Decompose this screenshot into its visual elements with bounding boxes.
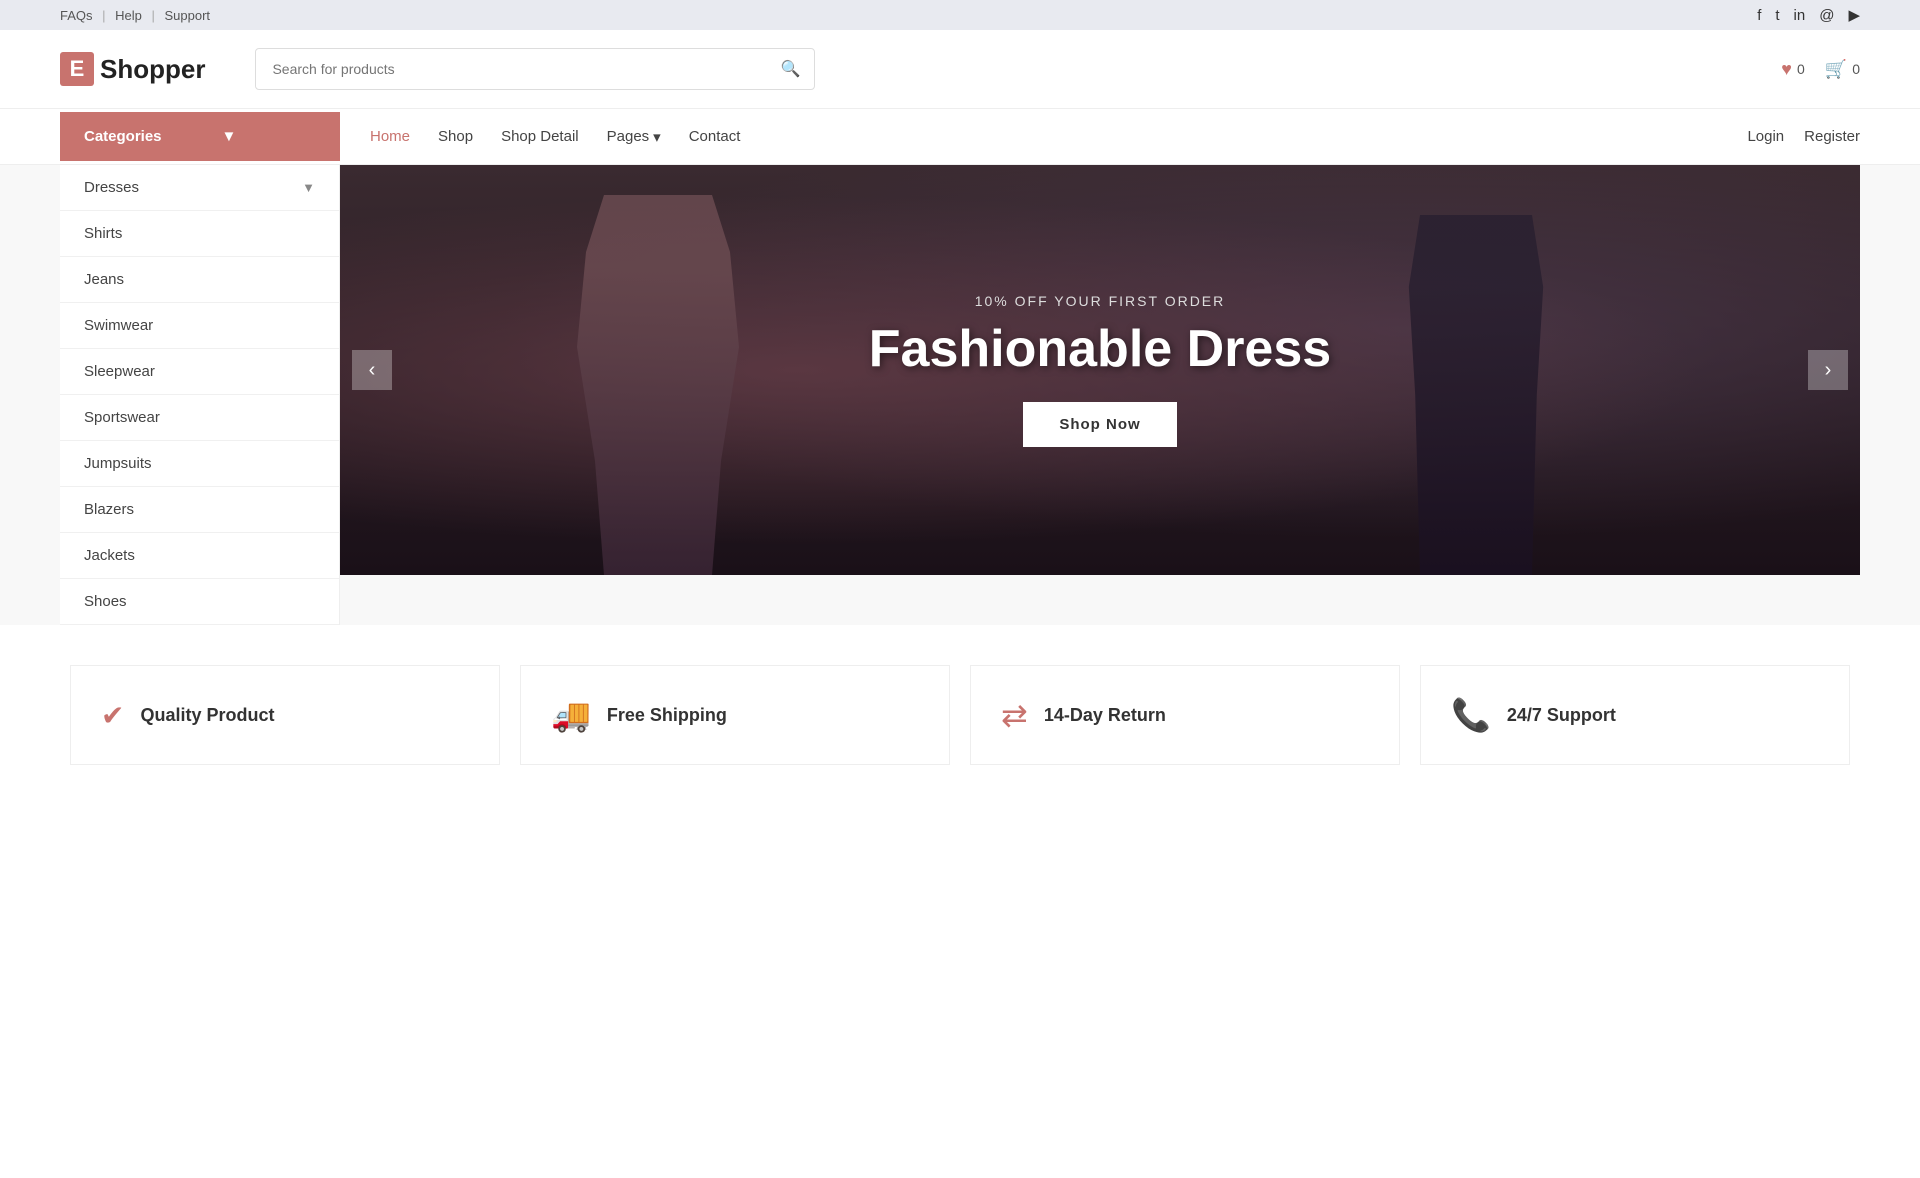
cart-button[interactable]: 🛒 0 <box>1825 59 1860 80</box>
features-section: ✔ Quality Product 🚚 Free Shipping ⇄ 14-D… <box>0 625 1920 805</box>
sidebar-label-jackets: Jackets <box>84 547 135 564</box>
sidebar-label-dresses: Dresses <box>84 179 139 196</box>
nav-shop[interactable]: Shop <box>438 110 473 163</box>
search-icon: 🔍 <box>781 61 801 78</box>
main-content: Dresses ▼ Shirts Jeans Swimwear Sleepwea… <box>0 165 1920 625</box>
sidebar-label-shoes: Shoes <box>84 593 127 610</box>
wishlist-button[interactable]: ♥ 0 <box>1781 59 1804 80</box>
top-bar: FAQs | Help | Support f t in @ ▶ <box>0 0 1920 30</box>
login-link[interactable]: Login <box>1747 128 1784 145</box>
social-links: f t in @ ▶ <box>1757 6 1860 24</box>
feature-shipping: 🚚 Free Shipping <box>520 665 950 765</box>
nav-pages[interactable]: Pages ▾ <box>607 110 661 164</box>
search-bar: 🔍 <box>255 48 815 90</box>
hero-shop-now-button[interactable]: Shop Now <box>1023 402 1176 447</box>
header-actions: ♥ 0 🛒 0 <box>1781 59 1860 80</box>
sep1: | <box>102 8 109 23</box>
hero-next-button[interactable]: › <box>1808 350 1848 390</box>
logo-letter: E <box>60 52 94 86</box>
sidebar-item-jumpsuits[interactable]: Jumpsuits <box>60 441 339 487</box>
nav-links: Home Shop Shop Detail Pages ▾ Contact <box>370 110 1747 164</box>
hero-figure-right <box>1396 215 1556 575</box>
return-label: 14-Day Return <box>1044 705 1166 726</box>
cart-icon: 🛒 <box>1825 59 1847 80</box>
search-button[interactable]: 🔍 <box>767 49 815 89</box>
sidebar-item-sleepwear[interactable]: Sleepwear <box>60 349 339 395</box>
shipping-label: Free Shipping <box>607 705 727 726</box>
logo[interactable]: E Shopper <box>60 52 205 86</box>
sidebar-item-shoes[interactable]: Shoes <box>60 579 339 625</box>
sidebar-item-dresses[interactable]: Dresses ▼ <box>60 165 339 211</box>
cart-count: 0 <box>1852 61 1860 77</box>
feature-return: ⇄ 14-Day Return <box>970 665 1400 765</box>
linkedin-icon[interactable]: in <box>1794 7 1806 24</box>
register-link[interactable]: Register <box>1804 128 1860 145</box>
sidebar-label-jumpsuits: Jumpsuits <box>84 455 152 472</box>
twitter-icon[interactable]: t <box>1775 7 1779 24</box>
support-icon: 📞 <box>1451 696 1491 734</box>
instagram-icon[interactable]: @ <box>1819 7 1834 24</box>
categories-button[interactable]: Categories ▼ <box>60 112 340 161</box>
feature-support: 📞 24/7 Support <box>1420 665 1850 765</box>
hero-slider: 10% OFF YOUR FIRST ORDER Fashionable Dre… <box>340 165 1860 625</box>
quality-label: Quality Product <box>140 705 274 726</box>
faqs-link[interactable]: FAQs <box>60 8 93 23</box>
sidebar-item-jackets[interactable]: Jackets <box>60 533 339 579</box>
nav-home[interactable]: Home <box>370 110 410 163</box>
sidebar: Dresses ▼ Shirts Jeans Swimwear Sleepwea… <box>60 165 340 625</box>
sidebar-label-jeans: Jeans <box>84 271 124 288</box>
sidebar-item-jeans[interactable]: Jeans <box>60 257 339 303</box>
support-label: 24/7 Support <box>1507 705 1616 726</box>
support-link[interactable]: Support <box>165 8 211 23</box>
nav-contact[interactable]: Contact <box>689 110 741 163</box>
sidebar-label-sportswear: Sportswear <box>84 409 160 426</box>
nav-auth: Login Register <box>1747 128 1860 145</box>
return-icon: ⇄ <box>1001 696 1028 734</box>
pages-chevron-icon: ▾ <box>653 128 661 146</box>
help-link[interactable]: Help <box>115 8 142 23</box>
hero-title: Fashionable Dress <box>869 321 1331 378</box>
sidebar-label-sleepwear: Sleepwear <box>84 363 155 380</box>
categories-label: Categories <box>84 128 162 145</box>
sidebar-item-shirts[interactable]: Shirts <box>60 211 339 257</box>
quality-icon: ✔ <box>101 699 124 732</box>
dresses-chevron-icon: ▼ <box>302 180 315 195</box>
shipping-icon: 🚚 <box>551 696 591 734</box>
wishlist-count: 0 <box>1797 61 1805 77</box>
header: E Shopper 🔍 ♥ 0 🛒 0 <box>0 30 1920 109</box>
sep2: | <box>152 8 159 23</box>
hero-subtitle: 10% OFF YOUR FIRST ORDER <box>869 293 1331 309</box>
youtube-icon[interactable]: ▶ <box>1848 6 1860 24</box>
categories-chevron-icon: ▼ <box>222 128 237 145</box>
hero-slide: 10% OFF YOUR FIRST ORDER Fashionable Dre… <box>340 165 1860 575</box>
sidebar-item-swimwear[interactable]: Swimwear <box>60 303 339 349</box>
feature-quality: ✔ Quality Product <box>70 665 500 765</box>
top-bar-links: FAQs | Help | Support <box>60 8 216 23</box>
facebook-icon[interactable]: f <box>1757 7 1761 24</box>
hero-text: 10% OFF YOUR FIRST ORDER Fashionable Dre… <box>869 293 1331 447</box>
sidebar-label-blazers: Blazers <box>84 501 134 518</box>
sidebar-label-shirts: Shirts <box>84 225 122 242</box>
sidebar-item-sportswear[interactable]: Sportswear <box>60 395 339 441</box>
search-input[interactable] <box>256 51 766 87</box>
heart-icon: ♥ <box>1781 59 1792 80</box>
hero-prev-button[interactable]: ‹ <box>352 350 392 390</box>
logo-name: Shopper <box>100 54 205 85</box>
pages-label: Pages <box>607 128 650 145</box>
nav-bar: Categories ▼ Home Shop Shop Detail Pages… <box>0 109 1920 165</box>
sidebar-label-swimwear: Swimwear <box>84 317 153 334</box>
sidebar-item-blazers[interactable]: Blazers <box>60 487 339 533</box>
nav-shop-detail[interactable]: Shop Detail <box>501 110 579 163</box>
